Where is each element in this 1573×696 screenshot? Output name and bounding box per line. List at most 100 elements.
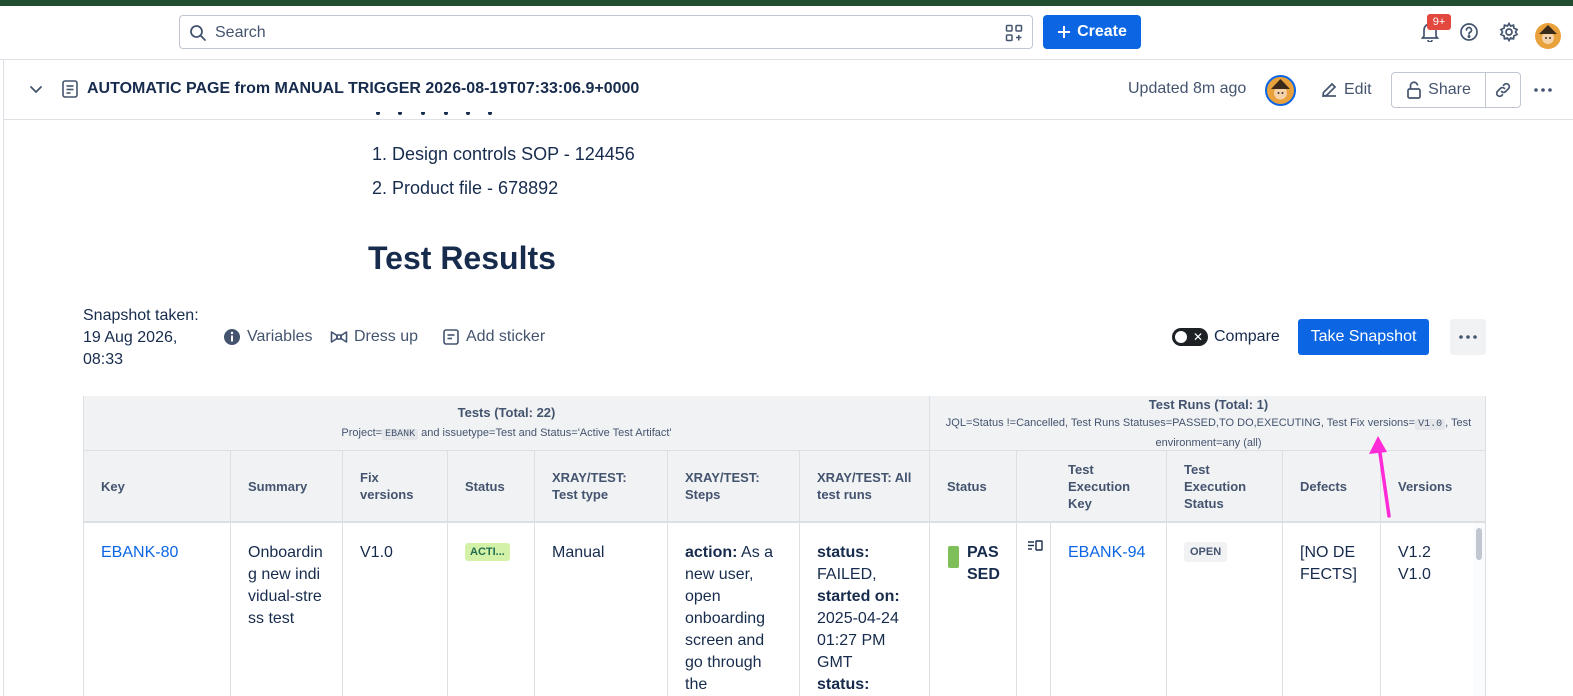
table-scrollbar[interactable]	[1473, 523, 1485, 696]
column-header-run-status[interactable]: Status	[930, 451, 1017, 523]
bow-tie-icon	[330, 329, 348, 345]
column-header-test-type[interactable]: XRAY/TEST: Test type	[535, 451, 668, 523]
column-header-status[interactable]: Status	[448, 451, 535, 523]
run-started-value: 2025-04-24 01:27 PM GMT	[817, 610, 899, 671]
tests-group-title: Tests (Total: 22)	[457, 405, 556, 420]
column-header-blank	[1017, 451, 1052, 523]
steps-action-label: action:	[685, 544, 738, 561]
notification-count-badge: 9+	[1427, 14, 1451, 30]
scrollbar-thumb[interactable]	[1476, 528, 1482, 560]
report-more-button[interactable]	[1450, 319, 1486, 355]
test-report-table: Tests (Total: 22) Project= EBANK and issu…	[83, 396, 1486, 696]
table-cell-summary: Onboarding new individual-stress test	[231, 523, 343, 696]
table-cell-fix-versions: V1.0	[343, 523, 448, 696]
table-cell-defects: [NO DEFECTS]	[1283, 523, 1381, 696]
info-icon	[223, 328, 241, 346]
add-sticker-button[interactable]: Add sticker	[442, 326, 545, 348]
column-header-all-test-runs[interactable]: XRAY/TEST: All test runs	[800, 451, 930, 523]
table-cell-run-status: PASSED	[930, 523, 1017, 696]
toggle-switch[interactable]: ✕	[1172, 328, 1208, 346]
more-horizontal-icon	[1458, 334, 1478, 340]
test-runs-group-title: Test Runs (Total: 1)	[1148, 397, 1269, 412]
test-runs-group-header: Test Runs (Total: 1) JQL=Status !=Cancel…	[930, 396, 1485, 452]
list-item: 2. Product file - 678892	[372, 177, 635, 211]
contributor-avatar[interactable]	[1265, 75, 1296, 106]
last-updated-text[interactable]: Updated 8m ago	[1128, 80, 1246, 98]
status-badge: ACTI...	[465, 543, 510, 561]
column-header-steps[interactable]: XRAY/TEST: Steps	[668, 451, 800, 523]
create-button[interactable]: Create	[1043, 15, 1141, 49]
qr-scan-icon[interactable]	[1005, 24, 1023, 42]
plus-icon	[1057, 25, 1071, 39]
left-border	[3, 60, 4, 696]
copy-link-button[interactable]	[1485, 72, 1521, 108]
compare-label: Compare	[1214, 328, 1280, 345]
tests-group-header: Tests (Total: 22) Project= EBANK and issu…	[84, 396, 930, 451]
clipped-text-line	[372, 112, 512, 120]
page-header: AUTOMATIC PAGE from MANUAL TRIGGER 2026-…	[4, 60, 1573, 120]
dress-up-label: Dress up	[354, 328, 419, 345]
pencil-icon	[1320, 81, 1338, 99]
query-text: Project=	[341, 427, 383, 439]
share-label: Share	[1428, 81, 1471, 98]
jql-text: JQL=Status !=Cancelled, Test Runs Status…	[945, 417, 1416, 429]
jql-code: V1.0	[1415, 419, 1446, 430]
toggle-knob	[1175, 331, 1187, 343]
table-cell-steps: action: As a new user, open onboarding s…	[668, 523, 800, 696]
column-header-fix-versions[interactable]: Fix versions	[343, 451, 448, 523]
reference-list: 1. Design controls SOP - 124456 2. Produ…	[372, 143, 635, 211]
test-runs-jql: JQL=Status !=Cancelled, Test Runs Status…	[930, 414, 1485, 452]
toggle-off-icon: ✕	[1192, 330, 1203, 344]
sticker-note-icon	[442, 328, 460, 346]
page-icon	[61, 79, 79, 99]
add-sticker-label: Add sticker	[466, 328, 546, 345]
unlock-icon	[1406, 81, 1422, 99]
status-color-indicator	[948, 546, 959, 568]
compare-toggle[interactable]: ✕ Compare	[1172, 326, 1280, 348]
dress-up-button[interactable]: Dress up	[330, 326, 418, 348]
list-item-text: Design controls SOP - 124456	[392, 144, 635, 164]
user-avatar[interactable]	[1535, 23, 1561, 49]
list-number: 2.	[372, 178, 393, 198]
table-cell-status: ACTI...	[448, 523, 535, 696]
table-cell-versions: V1.2 V1.0	[1381, 523, 1473, 696]
table-cell-test-type: Manual	[535, 523, 668, 696]
table-cell-all-test-runs: status: FAILED, started on: 2025-04-24 01…	[800, 523, 930, 696]
details-panel-icon[interactable]	[1027, 539, 1050, 553]
column-header-execution-key[interactable]: Test Execution Key	[1051, 451, 1167, 523]
link-icon	[1494, 81, 1512, 99]
column-header-execution-status[interactable]: Test Execution Status	[1167, 451, 1283, 523]
run-status-text: PASSED	[967, 544, 1000, 583]
issue-key-link[interactable]: EBANK-80	[101, 544, 178, 561]
edit-label: Edit	[1344, 81, 1372, 98]
more-actions-button[interactable]	[1529, 76, 1557, 104]
search-icon	[189, 24, 207, 42]
page-title: AUTOMATIC PAGE from MANUAL TRIGGER 2026-…	[87, 80, 640, 97]
table-cell-execution-status: OPEN	[1167, 523, 1283, 696]
search-input[interactable]: Search	[179, 15, 1033, 49]
search-placeholder: Search	[215, 24, 266, 41]
table-cell-execution-key: EBANK-94	[1051, 523, 1167, 696]
chevron-down-icon[interactable]	[28, 81, 44, 97]
more-horizontal-icon	[1533, 87, 1553, 93]
execution-status-badge: OPEN	[1184, 542, 1228, 562]
section-heading: Test Results	[368, 240, 556, 276]
column-header-key[interactable]: Key	[84, 451, 231, 523]
list-item: 1. Design controls SOP - 124456	[372, 143, 635, 177]
run-status-label: status:	[817, 676, 870, 693]
take-snapshot-button[interactable]: Take Snapshot	[1298, 319, 1429, 355]
share-button[interactable]: Share	[1391, 72, 1486, 108]
variables-button[interactable]: Variables	[223, 326, 313, 348]
edit-button[interactable]: Edit	[1314, 74, 1378, 106]
execution-key-link[interactable]: EBANK-94	[1068, 544, 1145, 561]
column-header-summary[interactable]: Summary	[231, 451, 343, 523]
steps-action-text: As a new user, open onboarding screen an…	[685, 544, 774, 693]
settings-gear-icon[interactable]	[1498, 21, 1520, 43]
variables-label: Variables	[247, 328, 313, 345]
version-item: V1.2	[1398, 544, 1431, 561]
annotation-arrow	[1369, 436, 1391, 518]
snapshot-label-text: Snapshot taken: 19 Aug 2026, 08:33	[83, 307, 199, 368]
help-icon[interactable]	[1458, 21, 1480, 43]
create-label: Create	[1077, 23, 1127, 40]
query-text: and issuetype=Test and Status='Active Te…	[418, 427, 672, 439]
